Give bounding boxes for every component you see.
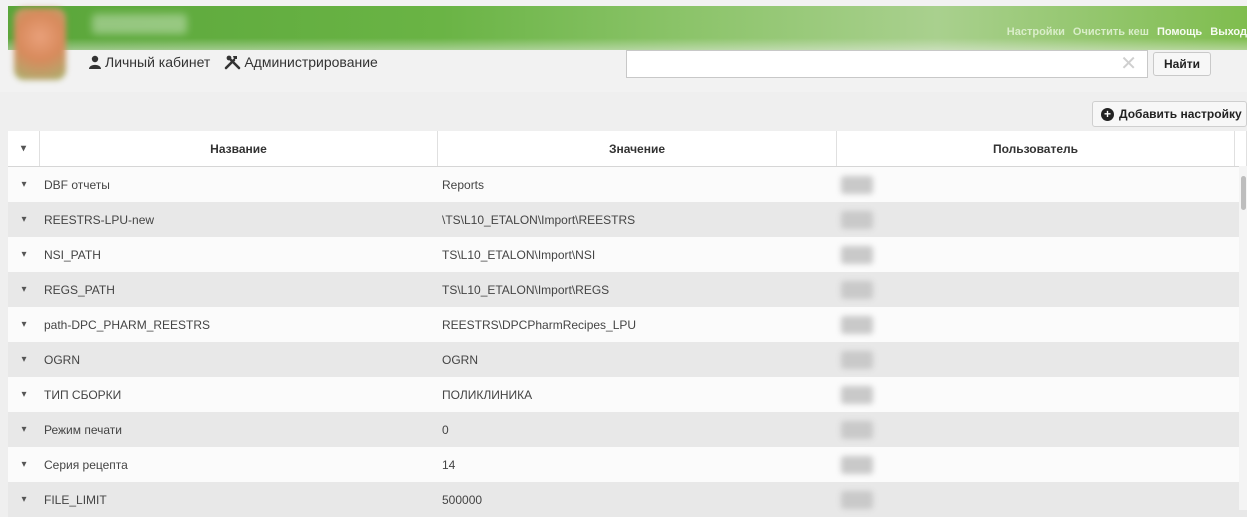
cell-user	[837, 272, 1235, 307]
user-redacted	[841, 455, 873, 474]
cell-value: TS\L10_ETALON\Import\REGS	[442, 282, 610, 297]
cell-name: OGRN	[44, 352, 80, 367]
main-nav: Личный кабинет Администрирование	[88, 54, 378, 70]
user-redacted	[841, 315, 873, 334]
table-row[interactable]: ▾ Серия рецепта 14	[8, 447, 1247, 482]
cell-name: DBF отчеты	[44, 177, 110, 192]
table-row[interactable]: ▾ ТИП СБОРКИ ПОЛИКЛИНИКА	[8, 377, 1247, 412]
chevron-down-icon[interactable]: ▾	[21, 354, 26, 365]
table-row[interactable]: ▾ REGS_PATH TS\L10_ETALON\Import\REGS	[8, 272, 1247, 307]
user-redacted	[841, 385, 873, 404]
table-row[interactable]: ▾ path-DPC_PHARM_REESTRS REESTRS\DPCPhar…	[8, 307, 1247, 342]
cell-name: ТИП СБОРКИ	[44, 387, 122, 402]
chevron-down-icon[interactable]: ▾	[21, 494, 26, 505]
app-title-blurred	[92, 14, 187, 34]
cell-user	[837, 342, 1235, 377]
plus-circle-icon: +	[1101, 107, 1114, 121]
chevron-down-icon[interactable]: ▾	[21, 214, 26, 225]
app-logo	[14, 8, 66, 80]
table-row[interactable]: ▾ OGRN OGRN	[8, 342, 1247, 377]
chevron-down-icon[interactable]: ▾	[21, 179, 26, 190]
tools-icon	[225, 55, 241, 69]
chevron-down-icon[interactable]: ▾	[21, 424, 26, 435]
user-icon	[89, 55, 101, 69]
find-button[interactable]: Найти	[1153, 52, 1211, 76]
settings-link[interactable]: Настройки	[1007, 26, 1065, 38]
table-row[interactable]: ▾ FILE_LIMIT 500000	[8, 482, 1247, 517]
app-header: Настройки Очистить кеш Помощь Выход Личн…	[0, 0, 1247, 92]
nav-administration[interactable]: Администрирование	[224, 54, 378, 70]
nav-personal-cabinet-label: Личный кабинет	[105, 54, 211, 70]
user-redacted	[841, 210, 873, 229]
cell-user	[837, 307, 1235, 342]
chevron-down-icon[interactable]: ▾	[21, 319, 26, 330]
column-header-value[interactable]: Значение	[438, 131, 837, 166]
search-box: ✕	[626, 50, 1148, 78]
table-row[interactable]: ▾ Режим печати 0	[8, 412, 1247, 447]
cell-name: Режим печати	[44, 422, 122, 437]
cell-name: REGS_PATH	[44, 282, 115, 297]
user-redacted	[841, 350, 873, 369]
user-redacted	[841, 420, 873, 439]
chevron-down-icon[interactable]: ▾	[21, 459, 26, 470]
cell-value: OGRN	[442, 352, 478, 367]
add-setting-label: Добавить настройку	[1119, 107, 1242, 121]
table-header: ▾ Название Значение Пользователь	[8, 131, 1247, 167]
column-header-user[interactable]: Пользователь	[837, 131, 1235, 166]
nav-personal-cabinet[interactable]: Личный кабинет	[88, 54, 210, 70]
cell-user	[837, 377, 1235, 412]
cell-name: Серия рецепта	[44, 457, 128, 472]
search-input[interactable]	[627, 51, 1123, 75]
cell-name: REESTRS-LPU-new	[44, 212, 155, 227]
cell-value: 500000	[442, 492, 483, 507]
cell-user	[837, 237, 1235, 272]
clear-icon[interactable]: ✕	[1120, 53, 1137, 75]
cell-value: ПОЛИКЛИНИКА	[442, 387, 533, 402]
table-scrollbar-thumb[interactable]	[1241, 176, 1246, 210]
expand-all-toggle[interactable]: ▾	[8, 131, 40, 166]
cell-user	[837, 202, 1235, 237]
cell-user	[837, 482, 1235, 517]
help-link[interactable]: Помощь	[1157, 26, 1202, 38]
cell-value: \TS\L10_ETALON\Import\REESTRS	[442, 212, 636, 227]
cell-value: 0	[442, 422, 449, 437]
chevron-down-icon[interactable]: ▾	[21, 284, 26, 295]
user-redacted	[841, 490, 873, 509]
top-links: Настройки Очистить кеш Помощь Выход	[1002, 26, 1247, 38]
table-body: ▾ DBF отчеты Reports ▾ REESTRS-LPU-new \…	[8, 167, 1247, 517]
add-setting-button[interactable]: + Добавить настройку	[1092, 101, 1247, 127]
table-row[interactable]: ▾ NSI_PATH TS\L10_ETALON\Import\NSI	[8, 237, 1247, 272]
user-redacted	[841, 280, 873, 299]
cell-name: path-DPC_PHARM_REESTRS	[44, 317, 211, 332]
cell-name: NSI_PATH	[44, 247, 101, 262]
table-row[interactable]: ▾ DBF отчеты Reports	[8, 167, 1247, 202]
column-header-name[interactable]: Название	[40, 131, 438, 166]
cell-user	[837, 447, 1235, 482]
cell-user	[837, 412, 1235, 447]
chevron-down-icon: ▾	[20, 143, 27, 154]
cell-value: 14	[442, 457, 456, 472]
cell-value: REESTRS\DPCPharmRecipes_LPU	[442, 317, 637, 332]
user-redacted	[841, 245, 873, 264]
user-redacted	[841, 175, 873, 194]
cell-user	[837, 167, 1235, 202]
cell-name: FILE_LIMIT	[44, 492, 107, 507]
nav-administration-label: Администрирование	[244, 54, 378, 70]
settings-table: ▾ Название Значение Пользователь ▾ DBF о…	[8, 131, 1247, 517]
cell-value: Reports	[442, 177, 485, 192]
chevron-down-icon[interactable]: ▾	[21, 249, 26, 260]
clear-cache-link[interactable]: Очистить кеш	[1073, 26, 1149, 38]
chevron-down-icon[interactable]: ▾	[21, 389, 26, 400]
cell-value: TS\L10_ETALON\Import\NSI	[442, 247, 596, 262]
logout-link[interactable]: Выход	[1210, 26, 1247, 38]
table-scrollbar[interactable]	[1239, 166, 1247, 510]
table-row[interactable]: ▾ REESTRS-LPU-new \TS\L10_ETALON\Import\…	[8, 202, 1247, 237]
